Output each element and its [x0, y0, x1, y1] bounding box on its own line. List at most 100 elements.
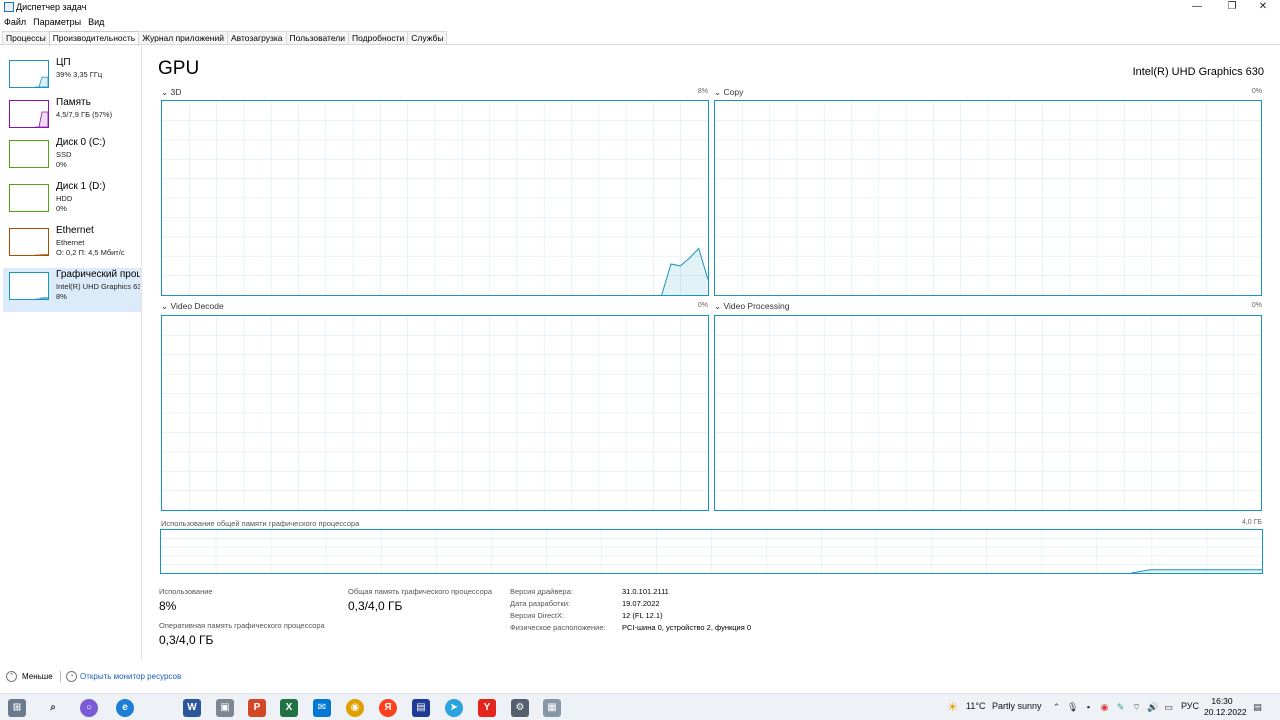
clock-date: 20.12.2022	[1204, 707, 1247, 717]
engine-graph-canvas	[162, 101, 708, 295]
camera-icon[interactable]: ▣	[216, 699, 234, 717]
maximize-button[interactable]: ❐	[1215, 0, 1249, 15]
weather-temperature[interactable]: 11°C	[966, 701, 985, 711]
edge-browser-icon[interactable]: e	[116, 699, 134, 717]
cortana-icon[interactable]: ○	[80, 699, 98, 717]
powerpoint-icon[interactable]: P	[248, 699, 266, 717]
mail-icon[interactable]: ✉	[313, 699, 331, 717]
sidebar-item-ethernet[interactable]: Ethernet Ethernet О: 0,2 П: 4,5 Мбит/с	[3, 224, 141, 268]
sidebar-item-detail: 4,5/7,9 ГБ (57%)	[56, 110, 113, 119]
menu-view[interactable]: Вид	[84, 15, 107, 27]
thumbnail-canvas	[9, 184, 49, 212]
tab-details[interactable]: Подробности	[348, 31, 409, 45]
sidebar-item-detail: Ethernet	[56, 238, 85, 247]
battery-icon[interactable]: ▭	[1163, 702, 1174, 713]
physical-location-label: Физическое расположение:	[510, 623, 606, 632]
thumbnail-canvas	[9, 272, 49, 300]
shared-memory-graph	[160, 529, 1263, 574]
physical-location-value: PCI-шина 0, устройство 2, функция 0	[622, 623, 752, 632]
page-title: GPU	[158, 58, 200, 79]
start-button-icon[interactable]: ⊞	[8, 699, 26, 717]
save-disk-icon[interactable]: ▤	[412, 699, 430, 717]
engine-graph-canvas	[715, 101, 1261, 295]
sidebar-item-memory[interactable]: Память 4,5/7,9 ГБ (57%)	[3, 96, 141, 140]
sidebar-item-value: 8%	[56, 292, 67, 301]
menu-bar: Файл Параметры Вид	[0, 15, 1280, 29]
yandex-browser-icon[interactable]: Y	[478, 699, 496, 717]
thumbnail-border	[9, 228, 49, 256]
wifi-icon[interactable]: ⌔	[1131, 702, 1142, 713]
sidebar-item-gpu[interactable]: Графический процессор Intel(R) UHD Graph…	[3, 268, 141, 312]
fewer-details-link[interactable]: Меньше	[22, 672, 53, 681]
engine-video-decode-label[interactable]: ⌄ Video Decode	[161, 301, 224, 312]
yandex-icon[interactable]: Я	[379, 699, 397, 717]
pen-icon[interactable]: ✎	[1115, 702, 1126, 713]
word-icon[interactable]: W	[183, 699, 201, 717]
driver-date-label: Дата разработки:	[510, 599, 571, 608]
volume-icon[interactable]: 🔊	[1147, 702, 1158, 713]
engine-video-processing-label[interactable]: ⌄ Video Processing	[714, 301, 789, 312]
tab-startup[interactable]: Автозагрузка	[226, 31, 287, 45]
close-button[interactable]: ✕	[1246, 0, 1280, 15]
sidebar-item-label: Память	[56, 97, 91, 108]
search-icon[interactable]: ⌕	[44, 699, 62, 717]
notifications-icon[interactable]: ▤	[1252, 702, 1263, 713]
task-manager-icon	[4, 2, 14, 12]
menu-file[interactable]: Файл	[0, 15, 29, 27]
dedicated-memory-value: 0,3/4,0 ГБ	[159, 633, 214, 647]
tab-app-history[interactable]: Журнал приложений	[138, 31, 228, 45]
usage-label: Использование	[159, 587, 213, 596]
shared-memory-canvas	[161, 530, 1262, 573]
thumbnail-canvas	[9, 140, 49, 168]
engine-video-decode-graph	[161, 315, 709, 511]
sidebar-item-disk0[interactable]: Диск 0 (C:) SSD 0%	[3, 136, 141, 180]
sidebar-item-label: Диск 0 (C:)	[56, 137, 106, 148]
telegram-icon[interactable]: ➤	[445, 699, 463, 717]
chevron-up-icon[interactable]: ⌃	[1051, 702, 1062, 713]
thumbnail-canvas	[9, 60, 49, 88]
shared-memory-graph-label: Использование общей памяти графического …	[161, 519, 360, 528]
sidebar-item-value: 0%	[56, 160, 67, 169]
engine-3d-label[interactable]: ⌄ 3D	[161, 87, 181, 98]
excel-icon[interactable]: X	[280, 699, 298, 717]
footer-bar: ⌃ Меньше ◔ Открыть монитор ресурсов	[0, 669, 1280, 687]
gpu-thumbnail	[9, 272, 49, 300]
sidebar-item-label: Ethernet	[56, 225, 94, 236]
engine-graph-canvas	[162, 316, 708, 510]
thumbnail-border	[9, 272, 49, 300]
task-manager-taskbar-icon[interactable]: ▦	[543, 699, 561, 717]
minimize-button[interactable]: —	[1180, 0, 1214, 15]
resource-sidebar: ЦП 39% 3,35 ГГц Память 4,5/7,9 ГБ (57%) …	[0, 46, 142, 660]
tray-app-icon[interactable]: ▪	[1083, 702, 1094, 713]
title-bar: Диспетчер задач — ❐ ✕	[0, 0, 1280, 15]
microphone-icon[interactable]: 🎙	[1067, 702, 1078, 713]
settings-gear-icon[interactable]: ⚙	[511, 699, 529, 717]
sidebar-item-value: 0%	[56, 204, 67, 213]
open-resource-monitor-link[interactable]: Открыть монитор ресурсов	[80, 672, 181, 681]
weather-sun-icon[interactable]: ☀	[947, 701, 958, 713]
recording-icon[interactable]: ◉	[1099, 702, 1110, 713]
tab-services[interactable]: Службы	[407, 31, 448, 45]
sidebar-item-detail: Intel(R) UHD Graphics 630	[56, 282, 140, 291]
resource-monitor-icon[interactable]: ◔	[66, 671, 77, 682]
directx-version-value: 12 (FL 12.1)	[622, 611, 663, 620]
sidebar-item-disk1[interactable]: Диск 1 (D:) HDD 0%	[3, 180, 141, 224]
sidebar-item-cpu[interactable]: ЦП 39% 3,35 ГГц	[3, 56, 141, 100]
menu-options[interactable]: Параметры	[29, 15, 84, 27]
engine-3d-graph	[161, 100, 709, 296]
tab-users[interactable]: Пользователи	[285, 31, 350, 45]
weather-description[interactable]: Partly sunny	[992, 701, 1042, 711]
tab-processes[interactable]: Процессы	[2, 31, 50, 45]
chrome-browser-icon[interactable]: ◉	[346, 699, 364, 717]
ethernet-thumbnail	[9, 228, 49, 256]
cpu-thumbnail	[9, 60, 49, 88]
taskbar: ⊞ ⌕ ○ e W ▣ P X ✉ ◉ Я ▤ ➤ Y ⚙ ▦ ☀ 11°C P…	[0, 693, 1280, 720]
system-clock[interactable]: 16:30 20.12.2022	[1204, 696, 1247, 718]
thumbnail-canvas	[9, 100, 49, 128]
input-language[interactable]: РУС	[1181, 701, 1199, 711]
directx-version-label: Версия DirectX:	[510, 611, 565, 620]
thumbnail-border	[9, 140, 49, 168]
chevron-up-icon[interactable]: ⌃	[6, 671, 17, 682]
engine-copy-label[interactable]: ⌄ Copy	[714, 87, 743, 98]
shared-memory-max: 4,0 ГБ	[1241, 519, 1262, 526]
